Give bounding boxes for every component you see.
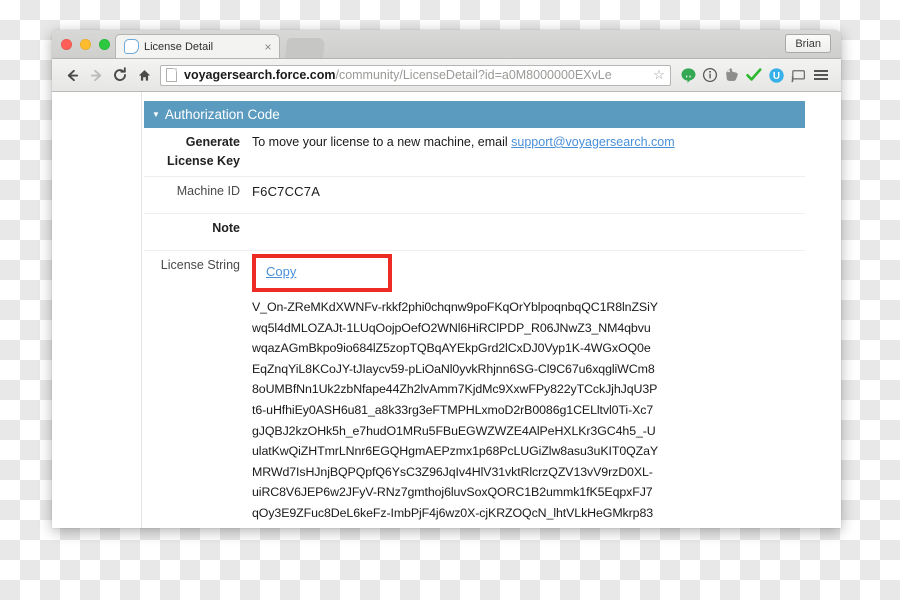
field-label-license-string: License String <box>160 258 240 272</box>
back-icon[interactable] <box>60 63 84 87</box>
license-string-line: V_On-ZReMKdXWNFv-rkkf2phi0chqnw9poFKqOrY… <box>252 300 658 314</box>
chevron-down-icon[interactable]: ▼ <box>152 110 160 119</box>
field-value-generate-license-key: To move your license to a new machine, e… <box>252 133 805 171</box>
field-row-generate-license-key: Generate License Key To move your licens… <box>144 128 805 177</box>
close-icon[interactable]: × <box>261 41 275 53</box>
url-host: voyagersearch.force.com <box>184 67 336 82</box>
menu-bar <box>814 74 828 76</box>
license-string-line: qOy3E9ZFuc8DeL6keFz-ImbPjF4j6wz0X-cjKRZO… <box>252 505 654 520</box>
url-text: voyagersearch.force.com/community/Licens… <box>184 66 652 85</box>
browser-toolbar: voyagersearch.force.com/community/Licens… <box>52 59 841 92</box>
copy-link-highlight-box: Copy <box>252 254 392 292</box>
field-label-generate-license-key: Generate License Key <box>167 135 240 168</box>
close-window-button[interactable] <box>61 39 72 50</box>
browser-window: License Detail × Brian voyagersearch.for… <box>52 30 841 528</box>
field-row-license-string: License String Copy V_On-ZReMKdXWNFv-rkk… <box>144 251 805 528</box>
menu-bar <box>814 78 828 80</box>
license-string-line: ulatKwQiZHTmrLNnr6EGQHgmAEPzmx1p68PcLUGi… <box>252 444 659 459</box>
license-string-line: gJQBJ2kzOHk5h_e7hudO1MRu5FBuEGWZWZE4AlPe… <box>252 423 656 438</box>
field-value-license-string: Copy V_On-ZReMKdXWNFv-rkkf2phi0chqnw9poF… <box>252 254 805 528</box>
page-document-icon <box>166 68 177 82</box>
license-string-line: wq5l4dMLOZAJt-1LUqOojpOefO2WNl6HiRClPDP_… <box>252 320 651 335</box>
window-traffic-lights <box>61 39 110 50</box>
authorization-code-section-header[interactable]: ▼ Authorization Code <box>144 101 805 128</box>
menu-bar <box>814 70 828 72</box>
info-circle-icon[interactable] <box>699 64 721 86</box>
checkmark-icon[interactable] <box>743 64 765 86</box>
license-string-line: EqZnqYiL8KCoJY-tJIaycv59-pLiOaNl0yvkRhjn… <box>252 361 655 376</box>
new-tab-button[interactable] <box>284 38 326 58</box>
license-string-text: V_On-ZReMKdXWNFv-rkkf2phi0chqnw9poFKqOrY… <box>252 297 805 528</box>
license-detail-panel: ▼ Authorization Code Generate License Ke… <box>142 92 841 528</box>
cloud-shield-icon <box>124 39 139 54</box>
page-left-gutter <box>52 92 142 528</box>
field-row-note: Note <box>144 214 805 251</box>
url-path: /community/LicenseDetail?id=a0M8000000EX… <box>335 67 612 82</box>
license-string-line: wqazAGmBkpo9io684lZ5zopTQBqAYEkpGrd2lCxD… <box>252 341 651 356</box>
field-row-machine-id: Machine ID F6C7CC7A <box>144 177 805 214</box>
browser-tab-strip: License Detail × Brian <box>52 30 841 59</box>
reload-icon[interactable] <box>108 63 132 87</box>
field-value-note <box>252 219 805 245</box>
browser-tab-title: License Detail <box>144 40 214 53</box>
address-bar[interactable]: voyagersearch.force.com/community/Licens… <box>160 64 671 86</box>
hangouts-icon[interactable] <box>677 64 699 86</box>
support-email-link[interactable]: support@voyagersearch.com <box>511 135 674 149</box>
cast-icon[interactable] <box>787 64 809 86</box>
license-string-line: zV-0q9ZBXwM7aHc9QLZYulcyWsni_vCq3RqFFr1h… <box>252 524 805 528</box>
evernote-icon[interactable] <box>721 64 743 86</box>
field-label-machine-id: Machine ID <box>176 184 240 198</box>
license-string-line: MRWd7IsHJnjBQPQpfQ6YsC3Z96JqIv4HlV31vktR… <box>252 464 653 479</box>
maximize-window-button[interactable] <box>99 39 110 50</box>
license-string-line: 8oUMBfNn1Uk2zbNfape44Zh2lvAmm7KjdMc9XxwF… <box>252 382 658 397</box>
minimize-window-button[interactable] <box>80 39 91 50</box>
field-value-machine-id: F6C7CC7A <box>252 184 321 199</box>
svg-text:U: U <box>772 70 779 81</box>
hamburger-menu-icon[interactable] <box>809 64 833 86</box>
browser-tab[interactable]: License Detail × <box>115 34 280 58</box>
home-icon[interactable] <box>132 63 156 87</box>
license-string-line: t6-uHfhiEy0ASH6u81_a8k33rg3eFTMPHLxmoD2r… <box>252 402 654 417</box>
generate-license-key-text: To move your license to a new machine, e… <box>252 135 512 149</box>
section-title: Authorization Code <box>164 107 280 122</box>
bookmark-star-icon[interactable]: ☆ <box>652 68 666 82</box>
page-content: ▼ Authorization Code Generate License Ke… <box>52 92 841 528</box>
ublock-icon[interactable]: U <box>765 64 787 86</box>
license-string-line: uiRC8V6JEP6w2JFyV-RNz7gmthoj6luvSoxQORC1… <box>252 485 653 500</box>
copy-license-string-link[interactable]: Copy <box>266 264 296 279</box>
forward-icon[interactable] <box>84 63 108 87</box>
user-profile-button[interactable]: Brian <box>785 34 831 53</box>
field-label-note: Note <box>212 221 240 235</box>
